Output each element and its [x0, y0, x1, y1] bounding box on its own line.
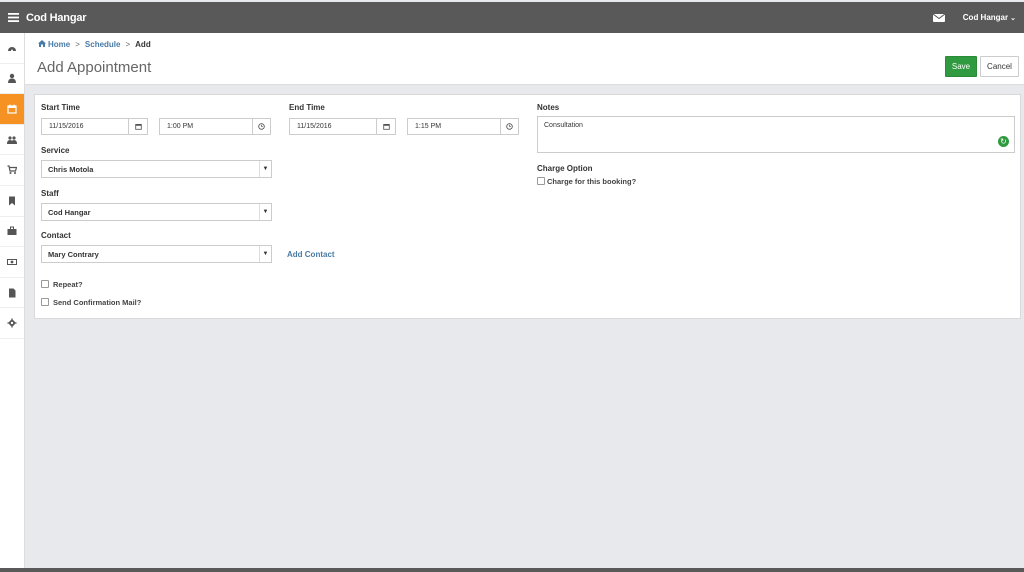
- dashboard-icon: [8, 46, 16, 52]
- calendar-icon: [7, 104, 17, 114]
- refresh-icon[interactable]: ↻: [998, 136, 1009, 147]
- end-time-label: End Time: [289, 103, 325, 112]
- bookmark-icon: [9, 196, 15, 206]
- money-icon: [7, 258, 17, 265]
- send-confirmation-label: Send Confirmation Mail?: [53, 298, 142, 307]
- add-contact-link[interactable]: Add Contact: [287, 250, 335, 259]
- breadcrumb-home[interactable]: Home: [48, 40, 70, 49]
- user-menu[interactable]: Cod Hangar ⌄: [963, 13, 1016, 22]
- cancel-button[interactable]: Cancel: [980, 56, 1019, 77]
- app-title[interactable]: Cod Hangar: [26, 12, 87, 24]
- staff-select[interactable]: Cod Hangar ▼: [41, 203, 272, 221]
- service-label: Service: [41, 146, 70, 155]
- sidebar-item-calendar[interactable]: [0, 94, 24, 125]
- repeat-label: Repeat?: [53, 280, 83, 289]
- breadcrumb: Home > Schedule > Add: [38, 40, 151, 49]
- repeat-checkbox[interactable]: [41, 280, 49, 288]
- page-title: Add Appointment: [37, 59, 152, 76]
- service-value: Chris Motola: [48, 164, 94, 174]
- service-select[interactable]: Chris Motola ▼: [41, 160, 272, 178]
- user-icon: [8, 74, 16, 84]
- sidebar: [0, 33, 25, 572]
- sidebar-item-briefcase[interactable]: [0, 217, 24, 248]
- notes-value: Consultation: [544, 122, 583, 129]
- mail-icon[interactable]: [932, 13, 945, 22]
- staff-value: Cod Hangar: [48, 207, 91, 217]
- notes-label: Notes: [537, 103, 560, 112]
- caret-down-icon: ▼: [259, 161, 271, 177]
- sidebar-item-settings[interactable]: [0, 308, 24, 339]
- clock-icon[interactable]: [500, 118, 519, 135]
- send-confirmation-checkbox[interactable]: [41, 298, 49, 306]
- contact-select[interactable]: Mary Contrary ▼: [41, 245, 272, 263]
- start-time-label: Start Time: [41, 103, 80, 112]
- top-navbar: Cod Hangar Cod Hangar ⌄: [0, 2, 1024, 33]
- start-date-input[interactable]: 11/15/2016: [41, 118, 129, 135]
- sidebar-item-document[interactable]: [0, 278, 24, 309]
- save-button[interactable]: Save: [945, 56, 977, 77]
- group-icon: [7, 135, 17, 144]
- charge-checkbox[interactable]: [537, 177, 545, 185]
- home-icon: [38, 40, 46, 49]
- charge-checkbox-label: Charge for this booking?: [547, 177, 637, 186]
- breadcrumb-current: Add: [135, 40, 151, 49]
- breadcrumb-schedule[interactable]: Schedule: [85, 40, 121, 49]
- staff-label: Staff: [41, 189, 59, 198]
- sidebar-item-user[interactable]: [0, 64, 24, 95]
- caret-down-icon: ▼: [259, 204, 271, 220]
- cart-icon: [7, 165, 17, 175]
- sidebar-item-cart[interactable]: [0, 155, 24, 186]
- breadcrumb-separator: >: [75, 40, 80, 49]
- contact-label: Contact: [41, 231, 71, 240]
- end-time-input[interactable]: 1:15 PM: [407, 118, 501, 135]
- calendar-icon[interactable]: [128, 118, 148, 135]
- sidebar-item-dashboard[interactable]: [0, 33, 24, 64]
- calendar-icon[interactable]: [376, 118, 396, 135]
- clock-icon[interactable]: [252, 118, 271, 135]
- end-date-input[interactable]: 11/15/2016: [289, 118, 377, 135]
- sidebar-item-bookmark[interactable]: [0, 186, 24, 217]
- briefcase-icon: [7, 226, 17, 236]
- sidebar-item-money[interactable]: [0, 247, 24, 278]
- document-icon: [9, 288, 16, 298]
- contact-value: Mary Contrary: [48, 249, 99, 259]
- user-name: Cod Hangar: [962, 13, 1009, 22]
- breadcrumb-separator: >: [125, 40, 131, 49]
- hamburger-menu-icon[interactable]: [0, 2, 26, 33]
- notes-textarea[interactable]: Consultation ↻: [537, 116, 1015, 153]
- gear-icon: [7, 318, 17, 328]
- chevron-down-icon: ⌄: [1010, 14, 1016, 22]
- appointment-form: Start Time 11/15/2016 1:00 PM End Time 1…: [34, 94, 1021, 319]
- sidebar-item-group[interactable]: [0, 125, 24, 156]
- bottom-bar: [0, 568, 1024, 572]
- caret-down-icon: ▼: [259, 246, 271, 262]
- start-time-input[interactable]: 1:00 PM: [159, 118, 253, 135]
- page-header: Home > Schedule > Add Add Appointment Sa…: [25, 33, 1024, 85]
- charge-option-label: Charge Option: [537, 164, 593, 173]
